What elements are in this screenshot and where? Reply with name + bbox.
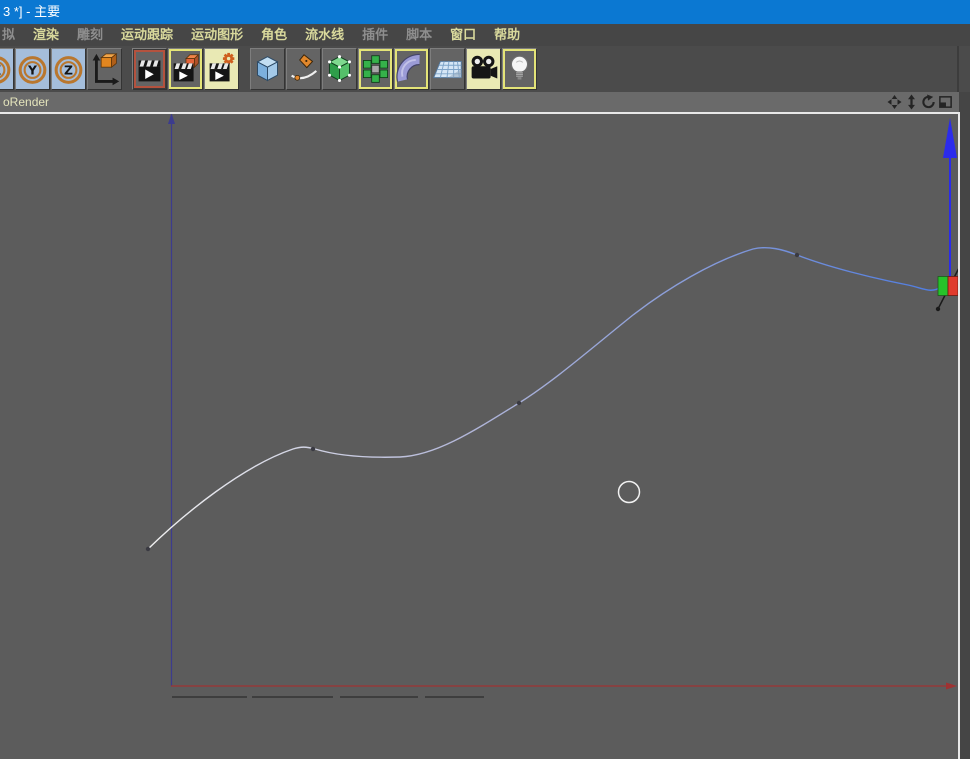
camera-button[interactable] [466,48,501,90]
spline-pen-icon [292,55,317,80]
menu-item-5[interactable]: 角色 [252,24,296,46]
render-to-picture-viewer-button[interactable] [168,48,203,90]
selected-point-red[interactable] [948,277,958,296]
world-x-axis-arrowhead [946,683,957,690]
y-axis-lock-button[interactable]: Y [15,48,50,90]
rotate-icon[interactable] [921,94,936,110]
viewport-canvas[interactable] [0,114,958,759]
cube-primitive-icon [258,57,278,81]
menu-item-7[interactable]: 插件 [353,24,397,46]
render-view-icon [139,61,161,82]
render-settings-button[interactable] [204,48,239,90]
y-axis-lock-icon: Y [20,58,45,83]
mograph-cloner-icon [363,56,387,83]
render-group [132,48,239,90]
subdivision-surface-icon [328,55,351,82]
y-gizmo-arrowhead[interactable] [943,118,957,158]
cursor-circle [619,482,640,503]
toolbar: X Y Z [0,46,970,92]
zoom-icon[interactable] [904,94,919,110]
menu-item-4[interactable]: 运动图形 [182,24,252,46]
selected-point-green[interactable] [938,277,948,296]
floor-grid-button[interactable] [430,48,465,90]
spline-point-0[interactable] [146,547,150,551]
menu-item-10[interactable]: 帮助 [485,24,529,46]
tangent-handle-dot-b[interactable] [936,307,940,311]
spline-point-2[interactable] [517,401,521,405]
x-axis-lock-button[interactable]: X [0,48,14,90]
menu-item-9[interactable]: 窗口 [441,24,485,46]
bend-deformer-icon [402,60,420,81]
spline-curve[interactable] [148,248,941,549]
light-button[interactable] [502,48,537,90]
viewport-nav [887,94,955,110]
world-y-axis-arrowhead [168,114,175,124]
viewport-header: oRender [0,92,959,112]
coordinate-system-icon [93,54,120,85]
menu-item-8[interactable]: 脚本 [397,24,441,46]
menubar: 拟渲染雕刻运动跟踪运动图形角色流水线插件脚本窗口帮助 [0,24,970,46]
coordinate-system-button[interactable] [87,48,122,90]
viewport-drawing [146,114,958,697]
spline-pen-button[interactable] [286,48,321,90]
svg-text:Y: Y [27,63,38,77]
axis-lock-group: X Y Z [0,48,122,90]
floor-grid-icon [434,61,462,77]
menu-item-2[interactable]: 雕刻 [68,24,112,46]
menu-item-6[interactable]: 流水线 [296,24,353,46]
bend-deformer-button[interactable] [394,48,429,90]
menu-item-3[interactable]: 运动跟踪 [112,24,182,46]
z-axis-lock-icon: Z [56,58,81,83]
x-axis-lock-icon: X [0,58,9,83]
subdivision-surface-button[interactable] [322,48,357,90]
menu-item-1[interactable]: 渲染 [24,24,68,46]
application-window: 3 *] - 主要 拟渲染雕刻运动跟踪运动图形角色流水线插件脚本窗口帮助 X Y [0,0,970,759]
z-axis-lock-button[interactable]: Z [51,48,86,90]
toggle-layout-icon[interactable] [938,94,953,110]
camera-icon [472,56,498,79]
spline-point-1[interactable] [311,447,315,451]
right-gutter [960,92,970,759]
light-bulb-icon [511,56,527,79]
mograph-cloner-button[interactable] [358,48,393,90]
render-to-picture-viewer-icon [174,55,199,82]
viewport-title: oRender [3,92,49,112]
menu-item-0[interactable]: 拟 [0,24,24,46]
create-group [250,48,537,90]
render-view-button[interactable] [132,48,167,90]
svg-text:Z: Z [64,63,73,77]
window-title: 3 *] - 主要 [3,4,60,19]
render-settings-icon [210,53,235,82]
pan-icon[interactable] [887,94,902,110]
spline-point-3[interactable] [795,253,799,257]
toolbar-divider [957,46,959,92]
title-bar: 3 *] - 主要 [0,0,970,24]
cube-primitive-button[interactable] [250,48,285,90]
